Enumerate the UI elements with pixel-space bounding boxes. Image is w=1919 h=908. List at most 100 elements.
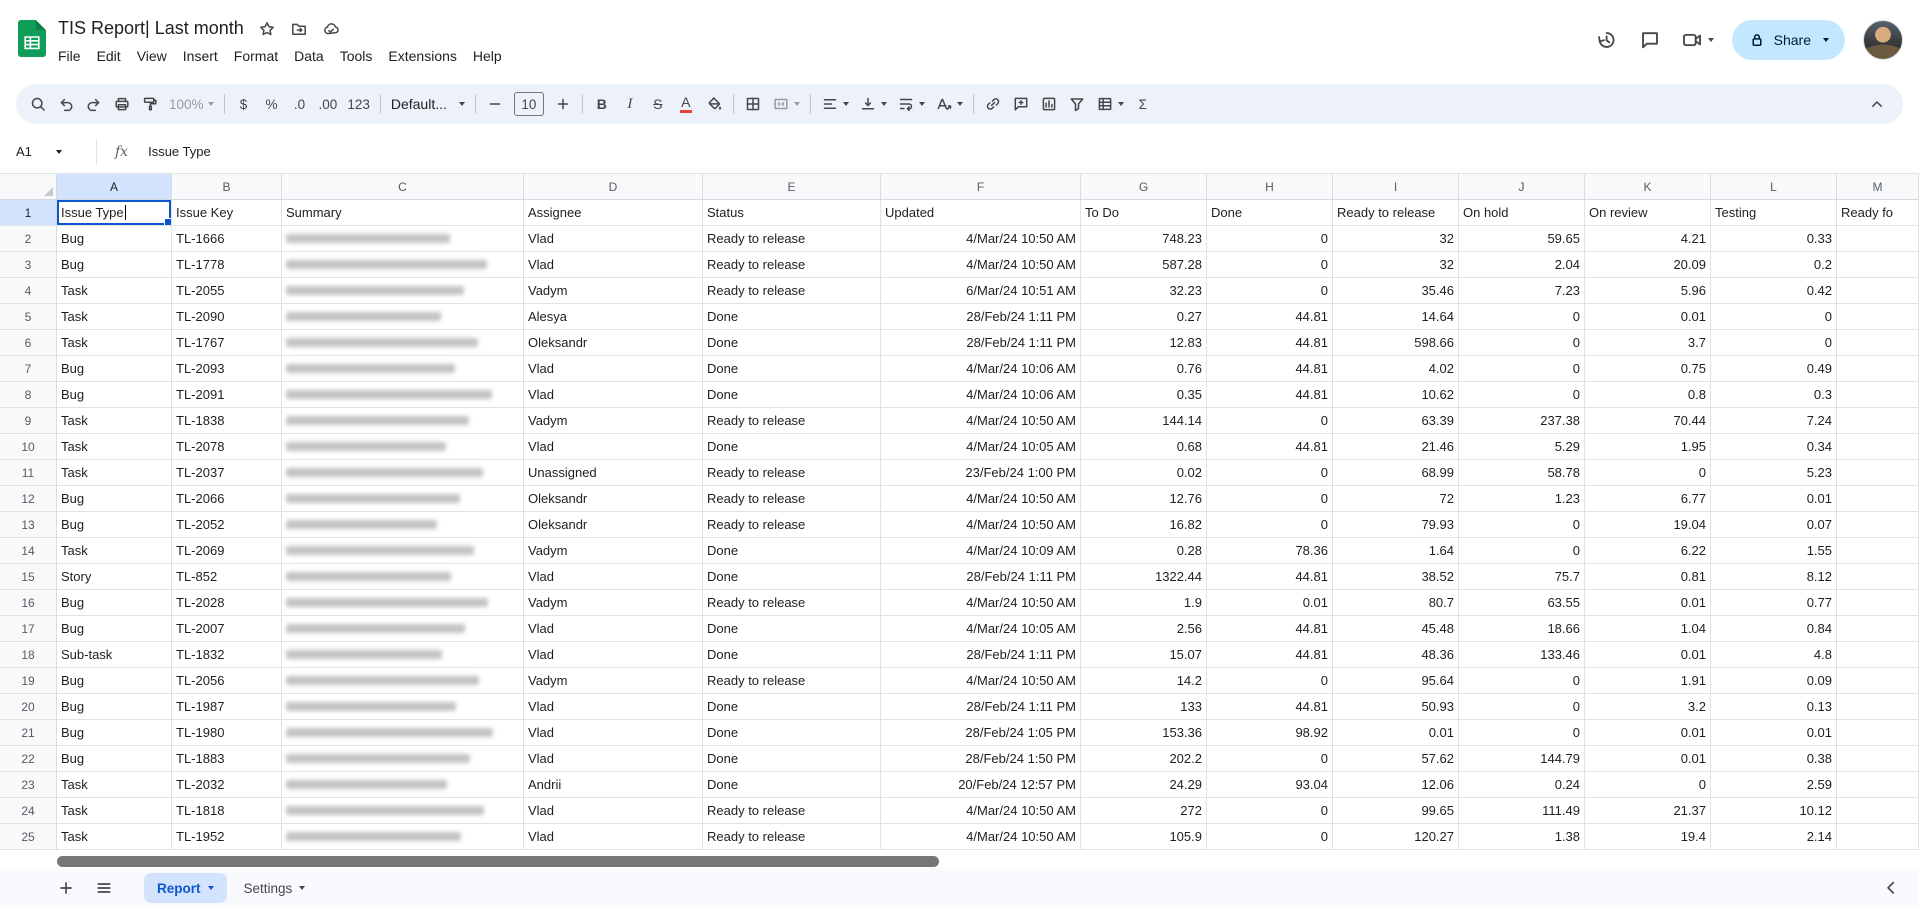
create-filter-button[interactable] (1063, 90, 1091, 118)
cell-G4[interactable]: 32.23 (1081, 278, 1207, 304)
cell-H1[interactable]: Done (1207, 200, 1333, 226)
increase-decimal-places-button[interactable]: .00 (314, 90, 343, 118)
cell-C6[interactable] (282, 330, 524, 356)
cell-D14[interactable]: Vadym (524, 538, 703, 564)
cell-L6[interactable]: 0 (1711, 330, 1837, 356)
cell-L18[interactable]: 4.8 (1711, 642, 1837, 668)
cell-A2[interactable]: Bug (57, 226, 172, 252)
cell-B20[interactable]: TL-1987 (172, 694, 282, 720)
cell-K5[interactable]: 0.01 (1585, 304, 1711, 330)
cell-K3[interactable]: 20.09 (1585, 252, 1711, 278)
cell-I23[interactable]: 12.06 (1333, 772, 1459, 798)
cell-G22[interactable]: 202.2 (1081, 746, 1207, 772)
cell-A23[interactable]: Task (57, 772, 172, 798)
cell-F12[interactable]: 4/Mar/24 10:50 AM (881, 486, 1081, 512)
cell-D1[interactable]: Assignee (524, 200, 703, 226)
cell-E14[interactable]: Done (703, 538, 881, 564)
cell-G2[interactable]: 748.23 (1081, 226, 1207, 252)
cell-F18[interactable]: 28/Feb/24 1:11 PM (881, 642, 1081, 668)
cell-E18[interactable]: Done (703, 642, 881, 668)
cell-E19[interactable]: Ready to release (703, 668, 881, 694)
cell-F23[interactable]: 20/Feb/24 12:57 PM (881, 772, 1081, 798)
cell-B4[interactable]: TL-2055 (172, 278, 282, 304)
text-rotation-button[interactable] (930, 90, 968, 118)
cell-F2[interactable]: 4/Mar/24 10:50 AM (881, 226, 1081, 252)
move-to-folder-icon[interactable] (290, 20, 308, 38)
cell-M25[interactable] (1837, 824, 1919, 850)
cell-D8[interactable]: Vlad (524, 382, 703, 408)
cell-M23[interactable] (1837, 772, 1919, 798)
cell-K4[interactable]: 5.96 (1585, 278, 1711, 304)
column-header-H[interactable]: H (1207, 174, 1333, 199)
menu-edit[interactable]: Edit (89, 45, 129, 67)
row-header-25[interactable]: 25 (0, 824, 57, 850)
cell-L2[interactable]: 0.33 (1711, 226, 1837, 252)
cell-D23[interactable]: Andrii (524, 772, 703, 798)
row-header-19[interactable]: 19 (0, 668, 57, 694)
cell-M9[interactable] (1837, 408, 1919, 434)
cell-L25[interactable]: 2.14 (1711, 824, 1837, 850)
cell-H21[interactable]: 98.92 (1207, 720, 1333, 746)
cell-L4[interactable]: 0.42 (1711, 278, 1837, 304)
cell-H25[interactable]: 0 (1207, 824, 1333, 850)
cell-E22[interactable]: Done (703, 746, 881, 772)
cell-G23[interactable]: 24.29 (1081, 772, 1207, 798)
cell-F14[interactable]: 4/Mar/24 10:09 AM (881, 538, 1081, 564)
cell-H23[interactable]: 93.04 (1207, 772, 1333, 798)
cell-A12[interactable]: Bug (57, 486, 172, 512)
cell-G25[interactable]: 105.9 (1081, 824, 1207, 850)
cell-L11[interactable]: 5.23 (1711, 460, 1837, 486)
cell-E1[interactable]: Status (703, 200, 881, 226)
cell-C15[interactable] (282, 564, 524, 590)
column-header-K[interactable]: K (1585, 174, 1711, 199)
cell-B3[interactable]: TL-1778 (172, 252, 282, 278)
cell-J1[interactable]: On hold (1459, 200, 1585, 226)
cell-L24[interactable]: 10.12 (1711, 798, 1837, 824)
cell-C4[interactable] (282, 278, 524, 304)
cell-M21[interactable] (1837, 720, 1919, 746)
cell-I15[interactable]: 38.52 (1333, 564, 1459, 590)
cell-A1[interactable]: Issue Type (57, 200, 172, 226)
cell-M5[interactable] (1837, 304, 1919, 330)
cell-G20[interactable]: 133 (1081, 694, 1207, 720)
cell-J3[interactable]: 2.04 (1459, 252, 1585, 278)
cell-J25[interactable]: 1.38 (1459, 824, 1585, 850)
cell-A9[interactable]: Task (57, 408, 172, 434)
cell-F10[interactable]: 4/Mar/24 10:05 AM (881, 434, 1081, 460)
cell-J6[interactable]: 0 (1459, 330, 1585, 356)
cell-F20[interactable]: 28/Feb/24 1:11 PM (881, 694, 1081, 720)
cell-I24[interactable]: 99.65 (1333, 798, 1459, 824)
text-wrapping-button[interactable] (892, 90, 930, 118)
cell-C11[interactable] (282, 460, 524, 486)
cell-A20[interactable]: Bug (57, 694, 172, 720)
cell-C18[interactable] (282, 642, 524, 668)
italic-button[interactable]: I (616, 90, 644, 118)
cell-C2[interactable] (282, 226, 524, 252)
cell-C16[interactable] (282, 590, 524, 616)
cell-G7[interactable]: 0.76 (1081, 356, 1207, 382)
cell-J22[interactable]: 144.79 (1459, 746, 1585, 772)
cell-D10[interactable]: Vlad (524, 434, 703, 460)
decrease-decimal-places-button[interactable]: .0 (286, 90, 314, 118)
cell-H3[interactable]: 0 (1207, 252, 1333, 278)
cell-M14[interactable] (1837, 538, 1919, 564)
star-icon[interactable] (258, 20, 276, 38)
cell-B5[interactable]: TL-2090 (172, 304, 282, 330)
font-family-button[interactable]: Default... (386, 90, 470, 118)
cell-L10[interactable]: 0.34 (1711, 434, 1837, 460)
cell-L15[interactable]: 8.12 (1711, 564, 1837, 590)
cell-H9[interactable]: 0 (1207, 408, 1333, 434)
format-as-percent-button[interactable]: % (258, 90, 286, 118)
cell-E3[interactable]: Ready to release (703, 252, 881, 278)
cell-L14[interactable]: 1.55 (1711, 538, 1837, 564)
cell-A15[interactable]: Story (57, 564, 172, 590)
cell-H7[interactable]: 44.81 (1207, 356, 1333, 382)
cell-D2[interactable]: Vlad (524, 226, 703, 252)
cell-B19[interactable]: TL-2056 (172, 668, 282, 694)
cell-J10[interactable]: 5.29 (1459, 434, 1585, 460)
insert-chart-button[interactable] (1035, 90, 1063, 118)
sheet-tab-report[interactable]: Report (144, 873, 227, 903)
cell-I8[interactable]: 10.62 (1333, 382, 1459, 408)
cell-D16[interactable]: Vadym (524, 590, 703, 616)
cell-G14[interactable]: 0.28 (1081, 538, 1207, 564)
